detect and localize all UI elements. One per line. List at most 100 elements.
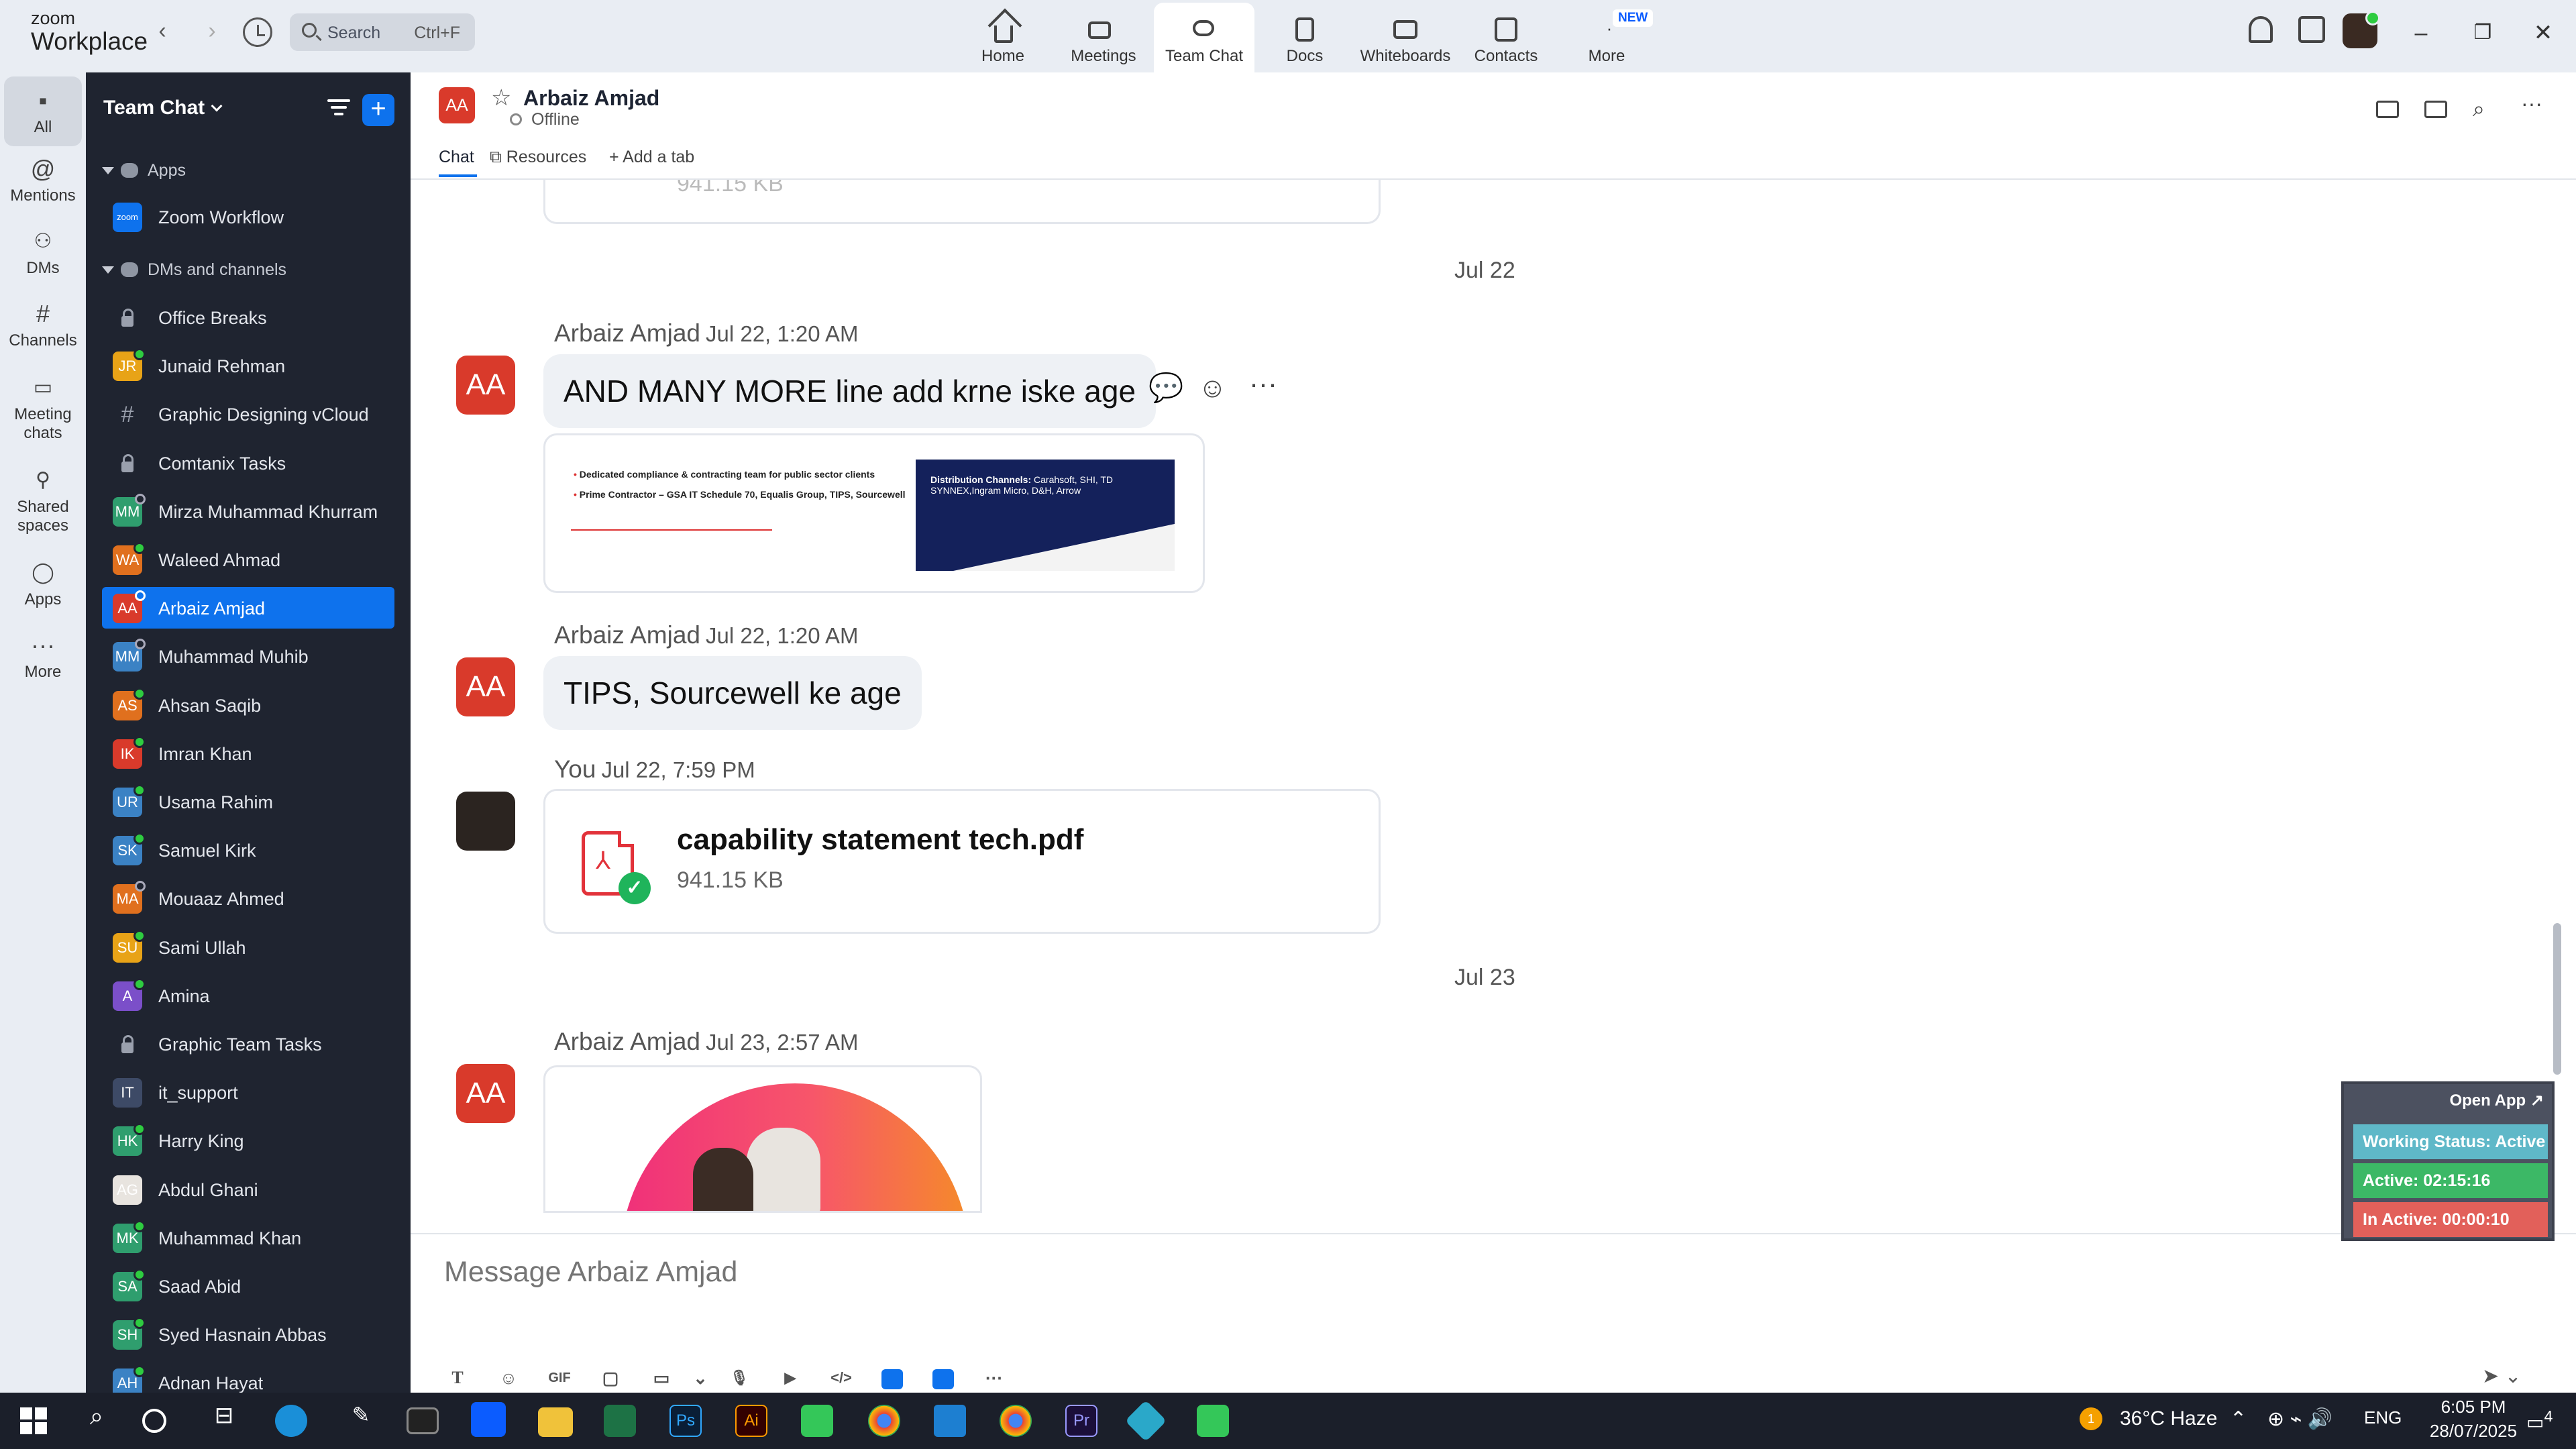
more-options-icon[interactable]: ··· [2521, 91, 2548, 115]
close-icon[interactable]: ✕ [2526, 16, 2560, 50]
sender-name[interactable]: You [554, 755, 596, 783]
tab-contacts[interactable]: Contacts [1456, 3, 1556, 72]
rail-mentions[interactable]: @ Mentions [0, 157, 86, 205]
tab-meetings[interactable]: Meetings [1053, 3, 1154, 72]
sidebar-item[interactable]: SA Saad Abid [102, 1265, 394, 1307]
section-apps[interactable]: Apps [102, 161, 186, 180]
tab-team-chat[interactable]: Team Chat [1154, 3, 1254, 72]
rail-shared-spaces[interactable]: ⚲ Shared spaces [0, 468, 86, 535]
file-card[interactable]: ⅄ ✓ capability statement tech.pdf 941.15 … [543, 789, 1381, 934]
section-dms-channels[interactable]: DMs and channels [102, 260, 286, 280]
sidebar-item[interactable]: SH Syed Hasnain Abbas [102, 1313, 394, 1355]
file-explorer-icon[interactable] [538, 1407, 573, 1437]
notifications-icon[interactable]: ▭4 [2526, 1407, 2553, 1433]
screenshot-icon[interactable]: ▭ [636, 1366, 687, 1390]
sidebar-item[interactable]: MK Muhammad Khan [102, 1217, 394, 1258]
sidebar-item[interactable]: Comtanix Tasks [102, 442, 394, 484]
video-message-icon[interactable]: ▶ [765, 1366, 816, 1390]
sender-name[interactable]: Arbaiz Amjad [554, 621, 700, 649]
green-app-icon[interactable] [801, 1405, 833, 1437]
filter-icon[interactable] [327, 99, 350, 119]
chevron-up-icon[interactable]: ⌃ [2230, 1407, 2247, 1431]
tab-docs[interactable]: Docs [1254, 3, 1355, 72]
user-avatar[interactable] [2343, 11, 2380, 48]
sidebar-item[interactable]: SU Sami Ullah [102, 926, 394, 968]
rail-all[interactable]: ▪ All [4, 76, 82, 146]
sidebar-item[interactable]: AG Abdul Ghani [102, 1169, 394, 1210]
more-actions-icon[interactable]: ··· [1249, 368, 1277, 400]
sidebar-item[interactable]: Office Breaks [102, 297, 394, 338]
format-text-icon[interactable]: T [432, 1366, 483, 1390]
tab-more[interactable]: · NEW More [1556, 3, 1657, 72]
windows-start-icon[interactable] [20, 1407, 47, 1434]
sidebar-item[interactable]: IT it_support [102, 1071, 394, 1113]
sidebar-item[interactable]: SK Samuel Kirk [102, 829, 394, 871]
image-attachment[interactable] [543, 1065, 982, 1213]
emoji-reaction-icon[interactable]: ☺ [1198, 372, 1227, 404]
sidebar-item[interactable]: MM Muhammad Muhib [102, 635, 394, 677]
weather-icon[interactable]: 1 [2080, 1407, 2102, 1430]
green-app-2-icon[interactable] [1197, 1405, 1229, 1437]
scrollbar[interactable] [2553, 923, 2561, 1075]
sidebar-item[interactable]: WA Waleed Ahmad [102, 539, 394, 580]
photoshop-icon[interactable]: Ps [669, 1405, 702, 1437]
avatar[interactable]: AA [456, 657, 515, 716]
avatar[interactable] [456, 792, 515, 851]
bell-icon[interactable] [2249, 16, 2273, 43]
file-card-fragment[interactable]: 941.15 KB [543, 180, 1381, 224]
sidebar-item[interactable]: MM Mirza Muhammad Khurram [102, 490, 394, 532]
calendar-icon[interactable] [2298, 16, 2325, 43]
sidebar-item[interactable]: AA Arbaiz Amjad [102, 587, 394, 629]
weather-text[interactable]: 36°C Haze [2120, 1407, 2217, 1430]
message-input[interactable] [444, 1256, 2054, 1289]
tab-add[interactable]: + Add a tab [609, 148, 694, 167]
tab-whiteboards[interactable]: Whiteboards [1355, 3, 1456, 72]
microphone-icon[interactable]: 🎙 [714, 1366, 765, 1390]
edge-icon[interactable] [275, 1405, 307, 1437]
sidebar-item[interactable]: JR Junaid Rehman [102, 345, 394, 386]
sidebar-item[interactable]: HK Harry King [102, 1120, 394, 1161]
chrome-icon[interactable] [868, 1405, 900, 1437]
maximize-icon[interactable]: ❐ [2466, 16, 2500, 50]
sidebar-item[interactable]: Graphic Team Tasks [102, 1023, 394, 1065]
code-icon[interactable]: </> [816, 1366, 867, 1390]
rail-apps[interactable]: ◯ Apps [0, 561, 86, 609]
share-screen-icon[interactable] [2424, 101, 2447, 118]
message-bubble[interactable]: AND MANY MORE line add krne iske age [543, 354, 1157, 428]
file-icon[interactable]: ▢ [585, 1366, 636, 1390]
rail-channels[interactable]: # Channels [0, 302, 86, 350]
tray-icons[interactable]: ⊕ ⌁ 🔊 [2267, 1407, 2332, 1431]
search-icon[interactable]: ⌕ [2473, 97, 2500, 121]
language-indicator[interactable]: ENG [2364, 1407, 2402, 1428]
star-icon[interactable]: ☆ [491, 85, 511, 111]
terminal-icon[interactable] [407, 1407, 439, 1434]
new-chat-button[interactable]: + [362, 94, 394, 126]
excel-icon[interactable] [604, 1405, 636, 1437]
clock-date[interactable]: 28/07/2025 [2424, 1421, 2522, 1442]
sidebar-item[interactable]: AS Ahsan Saqib [102, 684, 394, 726]
rail-more[interactable]: ··· More [0, 633, 86, 682]
avatar[interactable]: AA [456, 1064, 515, 1123]
pen-icon[interactable]: ✎ [342, 1402, 380, 1440]
zoom-taskbar-icon[interactable] [471, 1402, 506, 1437]
gif-icon[interactable]: GIF [534, 1366, 585, 1390]
reply-icon[interactable]: 💬 [1148, 372, 1183, 405]
open-app-link[interactable]: Open App ↗ [2449, 1091, 2544, 1110]
tab-chat[interactable]: Chat [439, 148, 477, 177]
sidebar-item-zoom-workflow[interactable]: zoom Zoom Workflow [102, 196, 394, 237]
search-bar[interactable]: Search Ctrl+F [290, 13, 475, 51]
app-icon-2[interactable] [918, 1366, 969, 1390]
sidebar-item[interactable]: IK Imran Khan [102, 733, 394, 774]
rail-meeting-chats[interactable]: ▭ Meeting chats [0, 376, 86, 443]
tab-resources[interactable]: ⧉ Resources [490, 148, 586, 167]
message-bubble[interactable]: TIPS, Sourcewell ke age [543, 656, 922, 730]
sidebar-title[interactable]: Team Chat [103, 97, 223, 119]
chrome-profile-icon[interactable] [1000, 1405, 1032, 1437]
video-call-icon[interactable] [2376, 101, 2399, 118]
file-name[interactable]: capability statement tech.pdf [677, 823, 1083, 857]
forward-arrow-icon[interactable]: › [199, 17, 225, 44]
image-attachment[interactable]: • Dedicated compliance & contracting tea… [543, 433, 1205, 593]
tab-home[interactable]: Home [953, 3, 1053, 72]
emoji-icon[interactable]: ☺ [483, 1366, 534, 1390]
app-icon-1[interactable] [867, 1366, 918, 1390]
